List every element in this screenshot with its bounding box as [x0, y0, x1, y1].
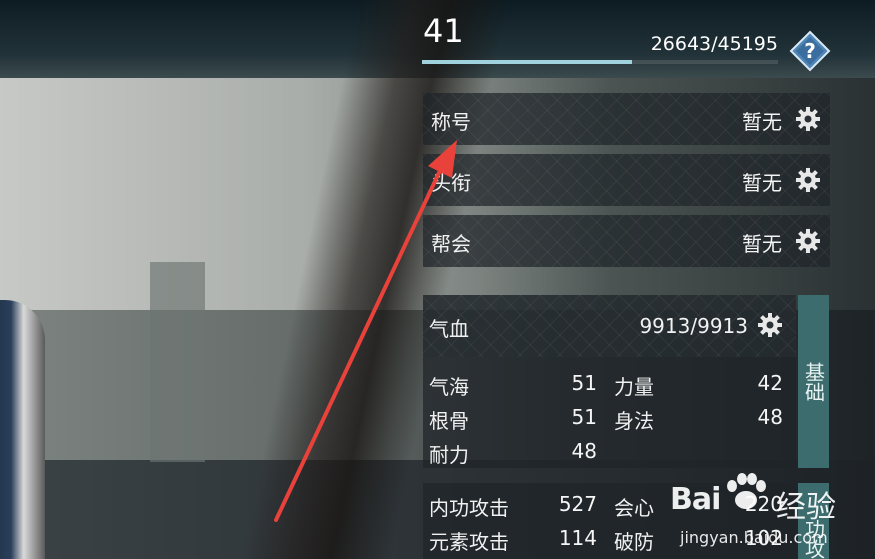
question-diamond-icon: ? — [789, 30, 831, 72]
guild-label: 帮会 — [431, 232, 471, 256]
hp-value: 9913/9913 — [639, 314, 748, 338]
basic-stats-block: 气血 9913/9913 气海 51 根骨 51 耐力 48 力量 42 身法 … — [423, 295, 796, 468]
stat-label-huixin: 会心 — [614, 496, 654, 520]
baidu-watermark: Bai 经验 jingyan.baidu.com — [670, 462, 875, 559]
gear-icon[interactable] — [794, 166, 822, 194]
stat-label-neigong-attack: 内功攻击 — [429, 496, 509, 520]
rank-label: 头衔 — [431, 171, 471, 195]
rank-value: 暂无 — [742, 171, 782, 195]
tab-basic[interactable]: 基础 — [798, 295, 829, 468]
watermark-brand-tail: 经验 — [776, 490, 836, 525]
experience-bar-fill — [422, 60, 632, 64]
gear-icon[interactable] — [756, 311, 784, 339]
title-label: 称号 — [431, 110, 471, 134]
character-level: 41 — [423, 12, 464, 50]
gear-icon[interactable] — [794, 227, 822, 255]
stat-value-qihai: 51 — [571, 371, 597, 395]
tab-basic-label: 基础 — [801, 361, 826, 402]
stat-value-neigong-attack: 527 — [558, 492, 597, 516]
rank-row[interactable]: 头衔 暂无 — [423, 154, 830, 206]
guild-row[interactable]: 帮会 暂无 — [423, 215, 830, 267]
stat-label-gengu: 根骨 — [429, 409, 469, 433]
title-value: 暂无 — [742, 110, 782, 134]
watermark-url: jingyan.baidu.com — [680, 528, 828, 547]
stat-label-naili: 耐力 — [429, 443, 469, 467]
stat-value-shenfa: 48 — [757, 405, 783, 429]
stat-label-qihai: 气海 — [429, 375, 469, 399]
player-character — [0, 300, 45, 559]
title-row[interactable]: 称号 暂无 — [423, 93, 830, 145]
stat-value-gengu: 51 — [571, 405, 597, 429]
guild-value: 暂无 — [742, 232, 782, 256]
stat-value-liliang: 42 — [757, 371, 783, 395]
hp-label: 气血 — [429, 317, 469, 341]
experience-bar — [422, 60, 778, 64]
help-button[interactable]: ? — [789, 30, 831, 72]
watermark-brand: Bai — [670, 482, 721, 517]
hp-row: 气血 9913/9913 — [423, 295, 796, 357]
stat-label-pofang: 破防 — [614, 530, 654, 554]
experience-text: 26643/45195 — [650, 33, 778, 55]
gear-icon[interactable] — [794, 105, 822, 133]
svg-text:?: ? — [804, 39, 816, 63]
paw-icon — [727, 473, 766, 509]
stat-label-element-attack: 元素攻击 — [429, 530, 509, 554]
stat-value-naili: 48 — [571, 439, 597, 463]
stat-label-shenfa: 身法 — [614, 409, 654, 433]
scene-pillar — [150, 262, 205, 462]
stat-value-element-attack: 114 — [558, 526, 597, 550]
stat-label-liliang: 力量 — [614, 375, 654, 399]
